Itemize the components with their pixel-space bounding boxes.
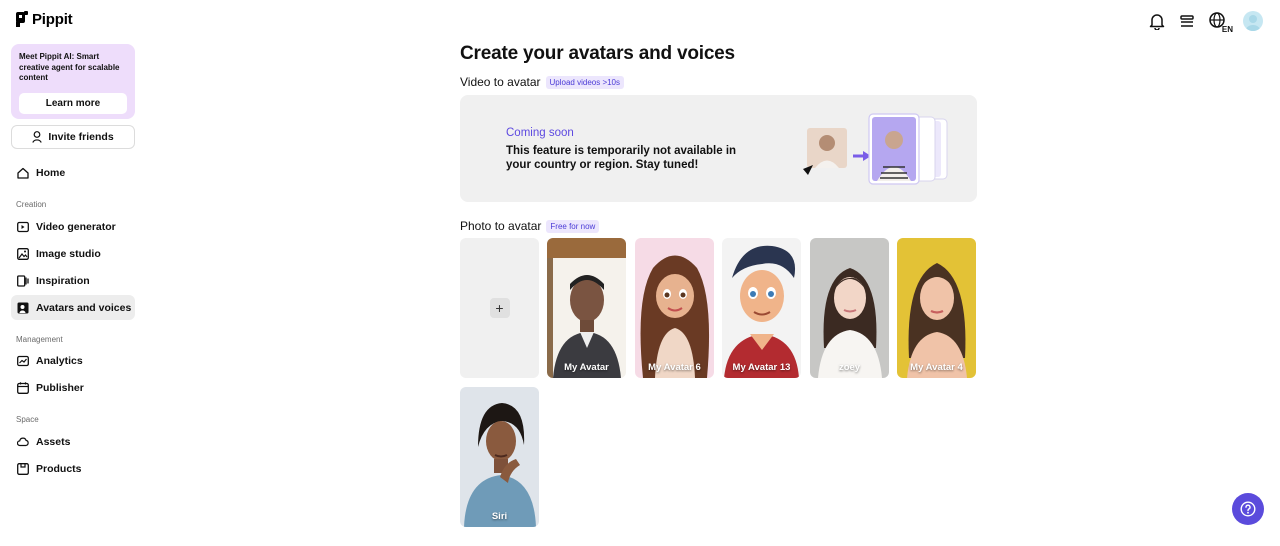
avatar-name: My Avatar 13 <box>732 362 791 373</box>
sidebar-item-label: Video generator <box>36 220 116 233</box>
avatar-name: My Avatar <box>564 362 609 373</box>
image-studio-icon <box>17 247 29 260</box>
section-tag: Free for now <box>546 219 600 233</box>
avatar-icon <box>17 302 29 314</box>
help-button[interactable] <box>1232 493 1264 525</box>
sidebar-item-assets[interactable]: Assets <box>11 429 135 454</box>
section-title: Photo to avatar <box>460 219 542 233</box>
sidebar-item-label: Publisher <box>36 381 84 394</box>
photo-to-avatar-heading: Photo to avatar Free for now <box>460 219 600 233</box>
unavailable-message: This feature is temporarily not availabl… <box>506 145 737 171</box>
avatar-thumbnail <box>897 238 976 378</box>
sidebar-item-avatars-and-voices[interactable]: Avatars and voices <box>11 295 135 320</box>
sidebar-item-label: Inspiration <box>36 274 90 287</box>
sidebar-item-video-generator[interactable]: Video generator <box>11 214 135 239</box>
language-selector[interactable]: EN <box>1207 10 1233 34</box>
section-label-creation: Creation <box>16 200 47 209</box>
avatar-name: My Avatar 4 <box>910 362 963 373</box>
sidebar-item-label: Products <box>36 462 82 475</box>
coming-soon-label: Coming soon <box>506 127 574 139</box>
avatar-name: zoey <box>838 362 861 373</box>
bell-icon[interactable] <box>1147 11 1167 31</box>
avatar-thumbnail <box>460 387 539 527</box>
video-avatar-illustration <box>803 113 953 185</box>
analytics-icon <box>17 355 29 367</box>
avatar-tile-zoey[interactable]: zoey <box>810 238 889 378</box>
layers-icon[interactable] <box>1177 11 1197 31</box>
invite-friends-button[interactable]: Invite friends <box>11 125 135 149</box>
inspiration-icon <box>17 274 29 287</box>
video-to-avatar-heading: Video to avatar Upload videos >10s <box>460 75 625 89</box>
cloud-icon <box>17 436 29 448</box>
box-icon <box>17 462 29 475</box>
section-tag: Upload videos >10s <box>545 75 625 89</box>
language-code: EN <box>1221 25 1233 34</box>
section-label-management: Management <box>16 335 63 344</box>
avatar-tile-my-avatar[interactable]: My Avatar <box>547 238 626 378</box>
sidebar-item-label: Analytics <box>36 354 83 367</box>
section-title: Video to avatar <box>460 75 541 89</box>
avatar-thumbnail <box>547 238 626 378</box>
sidebar-item-label: Image studio <box>36 247 101 260</box>
sidebar-item-home[interactable]: Home <box>11 160 135 185</box>
home-icon <box>17 167 29 179</box>
sidebar-item-label: Home <box>36 166 66 179</box>
avatar-name: My Avatar 6 <box>648 362 701 373</box>
avatar-tile-my-avatar-4[interactable]: My Avatar 4 <box>897 238 976 378</box>
avatar-thumbnail <box>635 238 714 378</box>
plus-icon: + <box>489 298 510 318</box>
avatar-thumbnail <box>722 238 801 378</box>
add-avatar-tile[interactable]: + <box>460 238 539 378</box>
avatar-name: Siri <box>491 511 508 522</box>
sidebar-item-label: Assets <box>36 435 71 448</box>
avatar-tile-my-avatar-6[interactable]: My Avatar 6 <box>635 238 714 378</box>
pippit-logo-icon <box>16 11 28 28</box>
promo-card: Meet Pippit AI: Smart creative agent for… <box>11 44 135 119</box>
app-logo[interactable]: Pippit <box>16 11 73 28</box>
app-name: Pippit <box>32 11 73 28</box>
sidebar-item-image-studio[interactable]: Image studio <box>11 241 135 266</box>
avatar-tile-my-avatar-13[interactable]: My Avatar 13 <box>722 238 801 378</box>
help-icon <box>1240 501 1256 517</box>
page-title: Create your avatars and voices <box>460 43 735 64</box>
sidebar-item-publisher[interactable]: Publisher <box>11 375 135 400</box>
avatar-tile-siri[interactable]: Siri <box>460 387 539 527</box>
sidebar-item-products[interactable]: Products <box>11 456 135 481</box>
learn-more-button[interactable]: Learn more <box>19 93 127 114</box>
user-avatar[interactable] <box>1243 11 1263 31</box>
calendar-icon <box>17 381 29 394</box>
header-actions: EN <box>1147 10 1263 34</box>
sidebar-item-analytics[interactable]: Analytics <box>11 348 135 373</box>
video-to-avatar-card: Coming soon This feature is temporarily … <box>460 95 977 202</box>
video-generator-icon <box>17 221 29 233</box>
avatar-thumbnail <box>810 238 889 378</box>
user-plus-icon <box>32 131 43 143</box>
section-label-space: Space <box>16 415 39 424</box>
invite-friends-label: Invite friends <box>48 131 114 143</box>
promo-text: Meet Pippit AI: Smart creative agent for… <box>19 52 120 82</box>
sidebar-item-label: Avatars and voices <box>36 301 132 314</box>
sidebar-item-inspiration[interactable]: Inspiration <box>11 268 135 293</box>
